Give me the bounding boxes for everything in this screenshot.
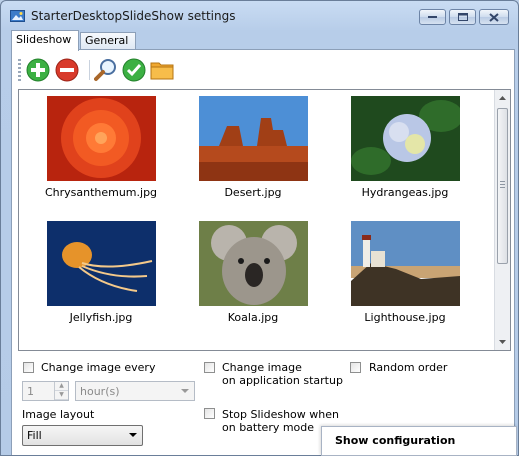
image-layout-value: Fill	[27, 429, 42, 442]
thumbnail-hydrangeas	[350, 96, 460, 181]
change-on-startup-label-line2: on application startup	[222, 374, 343, 387]
gallery-item[interactable]: Desert.jpg	[183, 96, 323, 199]
scroll-up-icon[interactable]	[498, 94, 507, 103]
title-bar[interactable]: StarterDesktopSlideShow settings	[1, 1, 518, 31]
toolbar-separator	[89, 60, 90, 80]
thumbnail-jellyfish	[46, 221, 156, 306]
thumbnail-caption: Hydrangeas.jpg	[361, 186, 449, 199]
vertical-scrollbar[interactable]	[494, 90, 510, 350]
slideshow-panel: Chrysanthemum.jpg Desert.jpg Hydrangeas.…	[11, 49, 515, 455]
stepper-up-icon[interactable]: ▲	[55, 382, 68, 391]
folder-icon[interactable]	[150, 58, 174, 82]
change-on-startup-checkbox[interactable]	[204, 362, 215, 373]
scroll-down-icon[interactable]	[498, 337, 507, 346]
thumbnail-chrysanthemum	[46, 96, 156, 181]
window-title: StarterDesktopSlideShow settings	[31, 9, 236, 23]
image-layout-label: Image layout	[22, 408, 95, 421]
gallery-item[interactable]: Hydrangeas.jpg	[335, 96, 475, 199]
image-gallery[interactable]: Chrysanthemum.jpg Desert.jpg Hydrangeas.…	[18, 89, 511, 351]
settings-window: StarterDesktopSlideShow settings Slidesh…	[0, 0, 519, 456]
thumbnail-caption: Lighthouse.jpg	[364, 311, 446, 324]
check-icon[interactable]	[122, 58, 146, 82]
scroll-grip-icon	[500, 181, 505, 189]
image-layout-select[interactable]: Fill	[22, 425, 143, 446]
tab-slideshow[interactable]: Slideshow	[11, 30, 79, 51]
random-order-checkbox[interactable]	[350, 362, 361, 373]
tab-general[interactable]: General	[80, 32, 136, 49]
stepper-down-icon[interactable]: ▼	[55, 391, 68, 400]
chevron-down-icon	[129, 433, 137, 437]
minimize-icon	[428, 16, 437, 18]
change-image-every-label: Change image every	[41, 361, 156, 374]
interval-unit-select[interactable]: hour(s)	[75, 381, 195, 401]
stop-on-battery-checkbox[interactable]	[204, 408, 215, 419]
stop-on-battery-label-line1: Stop Slideshow when	[222, 408, 339, 421]
gallery-item[interactable]: Lighthouse.jpg	[335, 221, 475, 324]
minimize-button[interactable]	[419, 9, 446, 25]
scroll-thumb[interactable]	[497, 108, 508, 264]
interval-stepper[interactable]: 1 ▲ ▼	[22, 381, 69, 401]
app-icon	[10, 10, 25, 22]
gallery-item[interactable]: Chrysanthemum.jpg	[31, 96, 171, 199]
thumbnail-koala	[198, 221, 308, 306]
stepper-arrows[interactable]: ▲ ▼	[54, 382, 68, 400]
interval-value: 1	[27, 385, 34, 398]
interval-unit-value: hour(s)	[80, 385, 120, 398]
close-button[interactable]	[479, 9, 509, 25]
gallery-item[interactable]: Koala.jpg	[183, 221, 323, 324]
maximize-button[interactable]	[449, 9, 476, 25]
show-configuration-menu-item[interactable]: Show configuration	[321, 426, 517, 456]
toolbar-grip	[18, 59, 21, 81]
remove-icon[interactable]	[55, 58, 79, 82]
add-icon[interactable]	[26, 58, 50, 82]
thumbnail-caption: Koala.jpg	[227, 311, 279, 324]
close-icon	[489, 12, 499, 22]
chevron-down-icon	[181, 389, 189, 393]
thumbnail-caption: Desert.jpg	[224, 186, 282, 199]
search-icon[interactable]	[94, 58, 118, 82]
maximize-icon	[457, 13, 468, 21]
thumbnail-lighthouse	[350, 221, 460, 306]
thumbnail-caption: Jellyfish.jpg	[69, 311, 133, 324]
thumbnail-caption: Chrysanthemum.jpg	[44, 186, 158, 199]
change-on-startup-label-line1: Change image	[222, 361, 302, 374]
change-image-every-checkbox[interactable]	[23, 362, 34, 373]
stop-on-battery-label-line2: on battery mode	[222, 421, 315, 434]
thumbnail-desert	[198, 96, 308, 181]
random-order-label: Random order	[369, 361, 448, 374]
gallery-item[interactable]: Jellyfish.jpg	[31, 221, 171, 324]
